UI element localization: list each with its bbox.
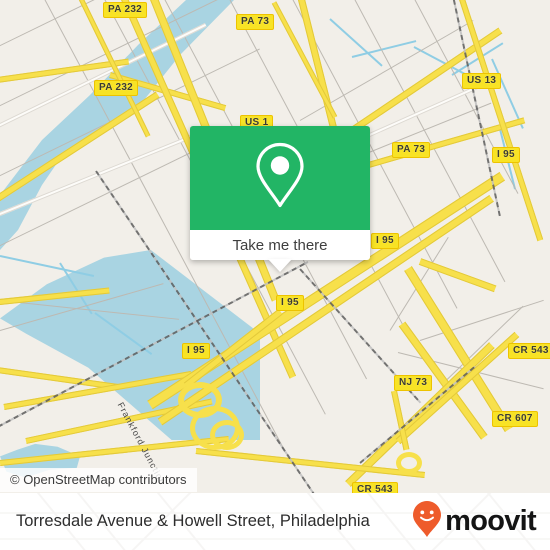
callout-tail: [268, 259, 292, 272]
highway-shield: US 13: [462, 73, 502, 89]
highway-shield: I 95: [182, 343, 210, 359]
take-me-there-callout[interactable]: Take me there: [190, 126, 370, 272]
footer-bar: Torresdale Avenue & Howell Street, Phila…: [0, 493, 550, 550]
osm-attribution[interactable]: © OpenStreetMap contributors: [0, 468, 197, 492]
ramp: [418, 258, 497, 293]
moovit-pin-smiley-icon: [412, 500, 442, 543]
highway-shield: I 95: [492, 147, 520, 163]
moovit-logo[interactable]: moovit: [412, 500, 537, 543]
highway-shield: PA 73: [236, 14, 275, 30]
highway-shield: PA 73: [392, 142, 431, 158]
page-title: Torresdale Avenue & Howell Street, Phila…: [16, 512, 370, 530]
arterial-road: [457, 0, 544, 242]
callout-image-panel: [190, 126, 370, 230]
take-me-there-button[interactable]: Take me there: [190, 230, 370, 260]
highway-shield: CR 543: [352, 482, 398, 493]
osm-attribution-label: © OpenStreetMap contributors: [10, 472, 187, 487]
stream: [329, 18, 383, 67]
moovit-wordmark: moovit: [445, 505, 537, 537]
street-line: [409, 0, 519, 194]
highway-shield: NJ 73: [394, 375, 433, 391]
highway-shield: I 95: [371, 233, 399, 249]
map-canvas[interactable]: Frankford Junction PA 232 PA 73 US 13 PA 23…: [0, 0, 550, 493]
take-me-there-label: Take me there: [232, 236, 328, 254]
highway-shield: PA 232: [103, 2, 148, 18]
interchange-loop-nj: [396, 452, 422, 474]
map-pin-icon: [252, 141, 308, 216]
highway-shield: I 95: [276, 295, 304, 311]
highway-shield: PA 232: [94, 80, 139, 96]
map-screenshot-root: Frankford Junction PA 232 PA 73 US 13 PA 23…: [0, 0, 550, 550]
arterial-road: [195, 448, 426, 479]
stream: [0, 255, 95, 277]
highway-shield: CR 607: [492, 411, 538, 427]
highway-shield: CR 543: [508, 343, 550, 359]
interchange-loop: [210, 420, 244, 450]
